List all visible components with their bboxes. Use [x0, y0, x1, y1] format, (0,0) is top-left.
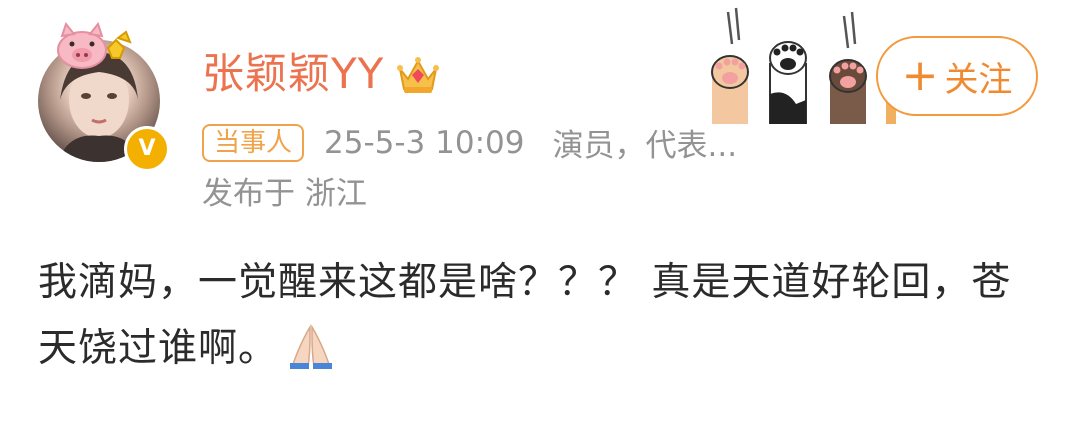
avatar-block[interactable]: V [38, 21, 170, 172]
crown-icon [394, 51, 442, 97]
post-location: 发布于 浙江 [202, 176, 367, 212]
follow-button[interactable]: + 关注 [876, 36, 1038, 116]
verified-badge-icon: V [124, 126, 170, 172]
follow-label: 关注 [944, 59, 1013, 100]
author-name[interactable]: 张颖颖YY [202, 44, 384, 104]
pig-frame-icon [52, 21, 132, 76]
author-name-row[interactable]: 张颖颖YY [202, 44, 442, 104]
pray-icon [288, 323, 334, 369]
author-description: 演员，代表... [552, 128, 738, 164]
plus-icon: + [901, 50, 939, 101]
post-content[interactable]: 我滴妈，一觉醒来这都是啥？？？ 真是天道好轮回，苍天饶过谁啊。 [38, 250, 1048, 382]
post-meta: 当事人 25-5-3 10:09 演员，代表... [202, 120, 737, 165]
post-text: 我滴妈，一觉醒来这都是啥？？？ 真是天道好轮回，苍天饶过谁啊。 [38, 260, 1012, 371]
party-badge: 当事人 [202, 123, 305, 162]
weibo-post: V 张颖颖YY 当事人 25-5-3 10:09 演员，代表... 发布于 浙江 [0, 0, 1080, 439]
post-time: 25-5-3 10:09 [324, 124, 525, 161]
cat-paw-decoration-icon [706, 4, 896, 125]
